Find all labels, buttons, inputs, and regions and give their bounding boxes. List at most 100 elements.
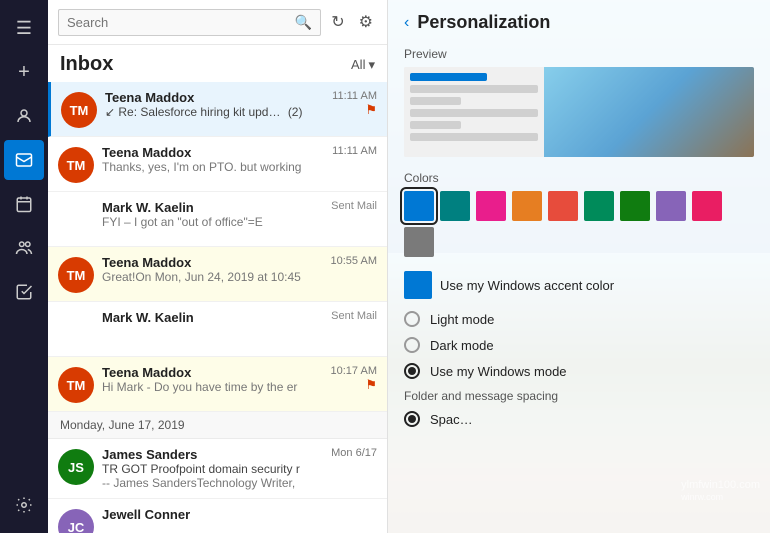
search-input-wrap[interactable]: 🔍 [58, 9, 321, 36]
panel-header: ‹ Personalization [404, 12, 754, 33]
windows-mode-radio[interactable] [404, 363, 420, 379]
email-content: Teena Maddox Great!On Mon, Jun 24, 2019 … [102, 255, 325, 284]
preview-line-5 [410, 133, 538, 141]
sidebar-user[interactable] [4, 96, 44, 136]
email-content: Mark W. Kaelin FYI – I got an "out of of… [102, 200, 325, 229]
email-item[interactable]: TM Teena Maddox Hi Mark - Do you have ti… [48, 357, 387, 412]
email-sender: Teena Maddox [102, 145, 326, 160]
email-meta: Mon 6/17 [331, 447, 377, 459]
preview-line-blue [410, 73, 487, 81]
email-item[interactable]: JC Jewell Conner [48, 499, 387, 533]
email-content: Mark W. Kaelin [102, 310, 325, 325]
inbox-filter[interactable]: All ▾ [351, 57, 375, 73]
email-item[interactable]: TM Teena Maddox ↙ Re: Salesforce hiring … [48, 82, 387, 137]
colors-label: Colors [404, 171, 754, 185]
email-sender: Teena Maddox [102, 255, 325, 270]
back-button[interactable]: ‹ [404, 14, 409, 32]
preview-label: Preview [404, 47, 754, 61]
color-swatch-green[interactable] [620, 191, 650, 221]
color-swatch-pink[interactable] [476, 191, 506, 221]
color-swatch-teal[interactable] [440, 191, 470, 221]
email-meta: Sent Mail [331, 200, 377, 212]
email-flag-icon: ⚑ [365, 102, 377, 118]
sidebar-people[interactable] [4, 228, 44, 268]
email-item[interactable]: JS James Sanders TR GOT Proofpoint domai… [48, 439, 387, 499]
color-swatch-magenta[interactable] [692, 191, 722, 221]
light-mode-option[interactable]: Light mode [404, 311, 754, 327]
search-bar: 🔍 ↻ ⚙ [48, 0, 387, 45]
color-swatch-green2[interactable] [584, 191, 614, 221]
spacing-radio[interactable] [404, 411, 420, 427]
sidebar-settings[interactable] [4, 485, 44, 525]
filter-icon[interactable]: ⚙ [355, 8, 377, 36]
avatar: TM [58, 257, 94, 293]
email-preview: Great!On Mon, Jun 24, 2019 at 10:45 [102, 270, 325, 284]
email-sent: Sent Mail [331, 310, 377, 322]
sidebar-mail[interactable] [4, 140, 44, 180]
email-meta: 11:11 AM ⚑ [332, 90, 377, 118]
preview-line-1 [410, 85, 538, 93]
email-item[interactable]: TM Teena Maddox Thanks, yes, I'm on PTO.… [48, 137, 387, 192]
color-grid [404, 191, 754, 257]
email-time: 10:17 AM [331, 365, 377, 377]
email-sender: Mark W. Kaelin [102, 200, 325, 215]
spacing-option[interactable]: Spac… [404, 411, 754, 427]
refresh-icon[interactable]: ↻ [327, 8, 348, 36]
email-time: 11:11 AM [332, 145, 377, 157]
sidebar-compose[interactable]: + [4, 52, 44, 92]
search-input[interactable] [67, 15, 295, 30]
email-item[interactable]: Mark W. Kaelin FYI – I got an "out of of… [48, 192, 387, 247]
email-subject: ↙ Re: Salesforce hiring kit upd… (2) [105, 105, 326, 119]
email-preview: Thanks, yes, I'm on PTO. but working [102, 160, 326, 174]
email-item[interactable]: Mark W. Kaelin Sent Mail [48, 302, 387, 357]
email-meta: 11:11 AM [332, 145, 377, 157]
windows-mode-option[interactable]: Use my Windows mode [404, 363, 754, 379]
email-time: 11:11 AM [332, 90, 377, 102]
email-meta: Sent Mail [331, 310, 377, 322]
panel-title: Personalization [417, 12, 550, 33]
color-swatch-orange[interactable] [512, 191, 542, 221]
inbox-header: Inbox All ▾ [48, 45, 387, 82]
email-content: Teena Maddox Thanks, yes, I'm on PTO. bu… [102, 145, 326, 174]
spacing-label: Spac… [430, 412, 473, 427]
email-flag-icon: ⚑ [365, 377, 377, 393]
sidebar-hamburger[interactable]: ☰ [4, 8, 44, 48]
sidebar-calendar[interactable] [4, 184, 44, 224]
email-content: James Sanders TR GOT Proofpoint domain s… [102, 447, 325, 490]
preview-right [544, 67, 754, 157]
email-sender: Teena Maddox [102, 365, 325, 380]
email-item[interactable]: TM Teena Maddox Great!On Mon, Jun 24, 20… [48, 247, 387, 302]
email-meta: 10:17 AM ⚑ [331, 365, 377, 393]
mail-panel: 🔍 ↻ ⚙ Inbox All ▾ TM Teena Maddox ↙ Re: … [48, 0, 388, 533]
color-swatch-blue[interactable] [404, 191, 434, 221]
accent-option[interactable]: Use my Windows accent color [404, 271, 754, 299]
dark-mode-label: Dark mode [430, 338, 494, 353]
email-sender: James Sanders [102, 447, 325, 462]
avatar [58, 202, 94, 238]
email-preview: Hi Mark - Do you have time by the er [102, 380, 325, 394]
dark-mode-radio[interactable] [404, 337, 420, 353]
color-swatch-red[interactable] [548, 191, 578, 221]
search-icon[interactable]: 🔍 [295, 14, 312, 31]
email-subject: TR GOT Proofpoint domain security r [102, 462, 325, 476]
preview-left [404, 67, 544, 157]
accent-label: Use my Windows accent color [440, 278, 614, 293]
preview-line-2 [410, 97, 461, 105]
preview-line-4 [410, 121, 461, 129]
email-sender: Teena Maddox [105, 90, 326, 105]
sidebar: ☰ + [0, 0, 48, 533]
accent-swatch [404, 271, 432, 299]
email-meta: 10:55 AM [331, 255, 377, 267]
sidebar-tasks[interactable] [4, 272, 44, 312]
colors-section: Colors [404, 171, 754, 257]
email-content: Teena Maddox Hi Mark - Do you have time … [102, 365, 325, 394]
color-swatch-purple[interactable] [656, 191, 686, 221]
email-time: 10:55 AM [331, 255, 377, 267]
light-mode-radio[interactable] [404, 311, 420, 327]
email-content: Teena Maddox ↙ Re: Salesforce hiring kit… [105, 90, 326, 119]
personalization-panel: ‹ Personalization Preview Colors [388, 0, 770, 533]
email-time: Mon 6/17 [331, 447, 377, 459]
color-swatch-gray[interactable] [404, 227, 434, 257]
email-content: Jewell Conner [102, 507, 377, 522]
dark-mode-option[interactable]: Dark mode [404, 337, 754, 353]
